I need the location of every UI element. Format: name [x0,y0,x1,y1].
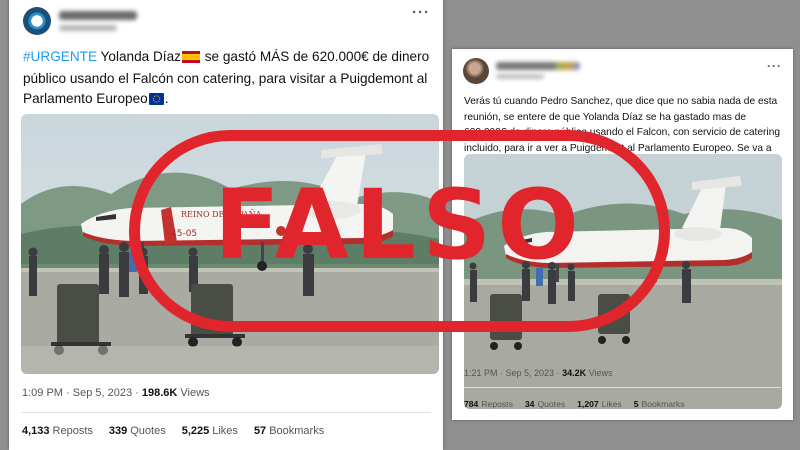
tweet-text: #URGENTE Yolanda Díaz se gastó MÁS de 62… [23,47,435,111]
aircraft-title-text: REINO DE ESPAÑA [181,210,262,219]
likes-stat[interactable]: 1,207 Likes [577,399,622,409]
engagement-stats: 784 Reposts 34 Quotes 1,207 Likes 5 Bookmark… [464,399,685,409]
views-count: 198.6K [141,387,178,399]
divider [464,387,781,388]
bookmarks-stat[interactable]: 57 Bookmarks [254,425,324,437]
tweet-card-left: ··· #URGENTE Yolanda Díaz se gastó MÁS d… [9,0,443,450]
reposts-stat[interactable]: 4,133 Reposts [22,425,93,437]
spain-flag-icon [181,49,200,69]
tweet-card-right: ··· Verás tú cuando Pedro Sanchez, que d… [452,49,793,420]
quotes-stat[interactable]: 339 Quotes [109,425,166,437]
tweet-photo[interactable]: REINO DE ESPAÑA 45-05 [21,114,439,374]
hashtag-link[interactable]: #URGENTE [23,49,97,64]
tweet-timestamp[interactable]: 1:21 PM · Sep 5, 2023 · [464,368,562,378]
tweet-text-end: . [164,91,169,106]
bookmarks-stat[interactable]: 5 Bookmarks [634,399,685,409]
author-handle-blurred[interactable] [496,74,544,79]
reposts-stat[interactable]: 784 Reposts [464,399,513,409]
views-label: Views [177,387,210,399]
author-name-blurred[interactable] [496,62,580,70]
divider [21,412,431,413]
avatar[interactable] [463,58,489,84]
tweet-timestamp-views: 1:09 PM · Sep 5, 2023 · 198.6K Views [22,387,210,399]
tweet-timestamp-views: 1:21 PM · Sep 5, 2023 · 34.2K Views [464,368,612,378]
author-handle-blurred[interactable] [59,25,117,31]
tweet-timestamp[interactable]: 1:09 PM · Sep 5, 2023 · [22,387,142,399]
tweet-text-part1: Yolanda Díaz [97,49,181,64]
eu-flag-icon [148,91,164,111]
quotes-stat[interactable]: 34 Quotes [525,399,565,409]
avatar[interactable] [23,7,51,35]
engagement-stats: 4,133 Reposts 339 Quotes 5,225 Likes 57 Book… [22,425,324,437]
views-count: 34.2K [562,368,587,378]
aircraft-registration-text: 45-05 [171,229,197,239]
views-label: Views [586,368,613,378]
more-options-icon[interactable]: ··· [412,5,430,20]
likes-stat[interactable]: 5,225 Likes [182,425,238,437]
more-options-icon[interactable]: ··· [767,60,782,72]
author-name-blurred[interactable] [59,11,137,20]
